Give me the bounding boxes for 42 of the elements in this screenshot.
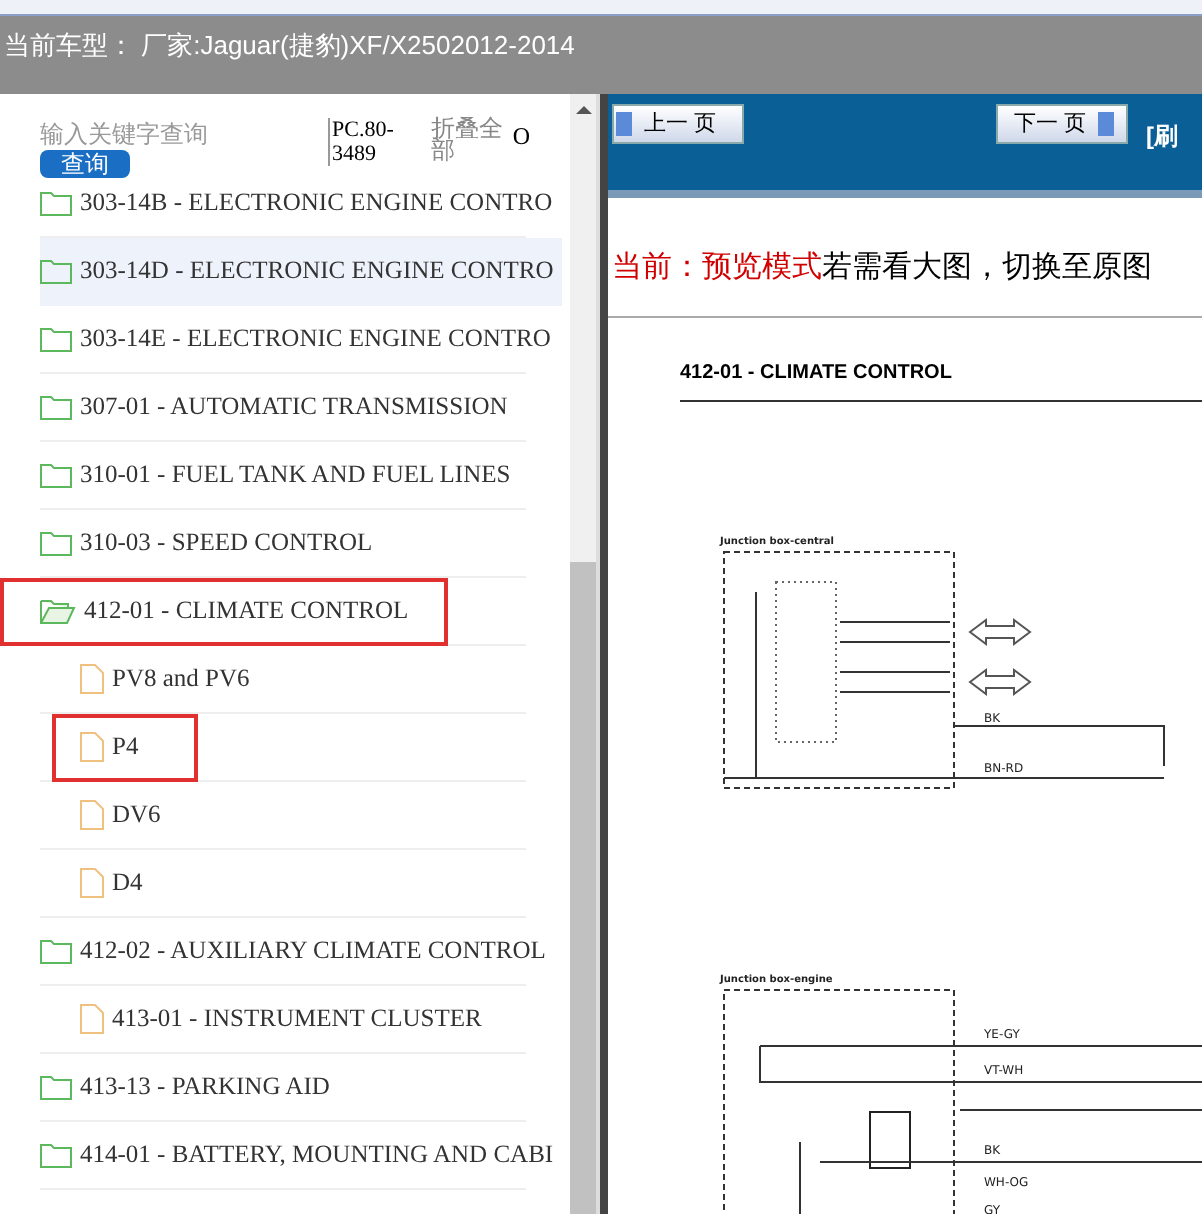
tree-item[interactable]: 307-01 - AUTOMATIC TRANSMISSION	[40, 373, 516, 441]
document-icon	[80, 664, 104, 694]
document-icon	[80, 800, 104, 830]
folder-icon	[40, 938, 72, 964]
toolbar-text: O	[512, 120, 530, 154]
folder-icon	[40, 462, 72, 488]
model-code: PC.80-3489	[328, 118, 424, 166]
vehicle-model-title: 当前车型： 厂家:Jaguar(捷豹)XF/X2502012-2014	[4, 30, 575, 60]
document-title: 412-01 - CLIMATE CONTROL	[680, 357, 1202, 401]
tree-item[interactable]: 303-14E - ELECTRONIC ENGINE CONTRO	[40, 305, 559, 373]
folder-icon	[40, 530, 72, 556]
tree-item[interactable]: 310-03 - SPEED CONTROL	[40, 509, 381, 577]
keyword-search-field[interactable]: 输入关键字查询	[40, 118, 320, 150]
document-icon	[80, 732, 104, 762]
folder-icon	[40, 258, 72, 284]
collapse-all-link[interactable]: 折叠全部	[431, 118, 505, 162]
folder-icon	[40, 394, 72, 420]
document-icon	[80, 868, 104, 898]
tree-item[interactable]: 310-01 - FUEL TANK AND FUEL LINES	[40, 441, 519, 509]
folder-icon	[40, 1142, 72, 1168]
tree-item[interactable]: PV8 and PV6	[40, 645, 258, 713]
folder-icon	[40, 190, 72, 216]
tree-item[interactable]: D4	[40, 849, 151, 917]
scrollbar[interactable]	[570, 94, 596, 1214]
open-folder-icon	[40, 598, 76, 624]
tree-item[interactable]: 413-01 - INSTRUMENT CLUSTER	[40, 985, 490, 1053]
next-page-button[interactable]: 下一 页	[996, 104, 1128, 144]
tree-item[interactable]: 413-13 - PARKING AID	[40, 1053, 338, 1121]
search-button[interactable]: 查询	[40, 150, 130, 178]
tree-item[interactable]: DV6	[40, 781, 169, 849]
folder-icon	[40, 326, 72, 352]
preview-mode-notice: 当前：预览模式若需看大图，切换至原图	[612, 250, 1152, 284]
refresh-link[interactable]: [刷	[1146, 118, 1178, 154]
tree-item[interactable]: 412-02 - AUXILIARY CLIMATE CONTROL	[40, 917, 554, 985]
tree-item[interactable]: 414-01 - BATTERY, MOUNTING AND CABI	[40, 1121, 562, 1189]
document-icon	[80, 1004, 104, 1034]
folder-icon	[40, 1074, 72, 1100]
tree-item[interactable]: P4	[52, 713, 199, 781]
tree-item[interactable]: 412-01 - CLIMATE CONTROL	[0, 577, 449, 645]
tree-item[interactable]: 303-14D - ELECTRONIC ENGINE CONTRO	[40, 237, 562, 305]
previous-page-button[interactable]: 上一 页	[612, 104, 744, 144]
scrollbar-thumb[interactable]	[570, 562, 596, 1214]
